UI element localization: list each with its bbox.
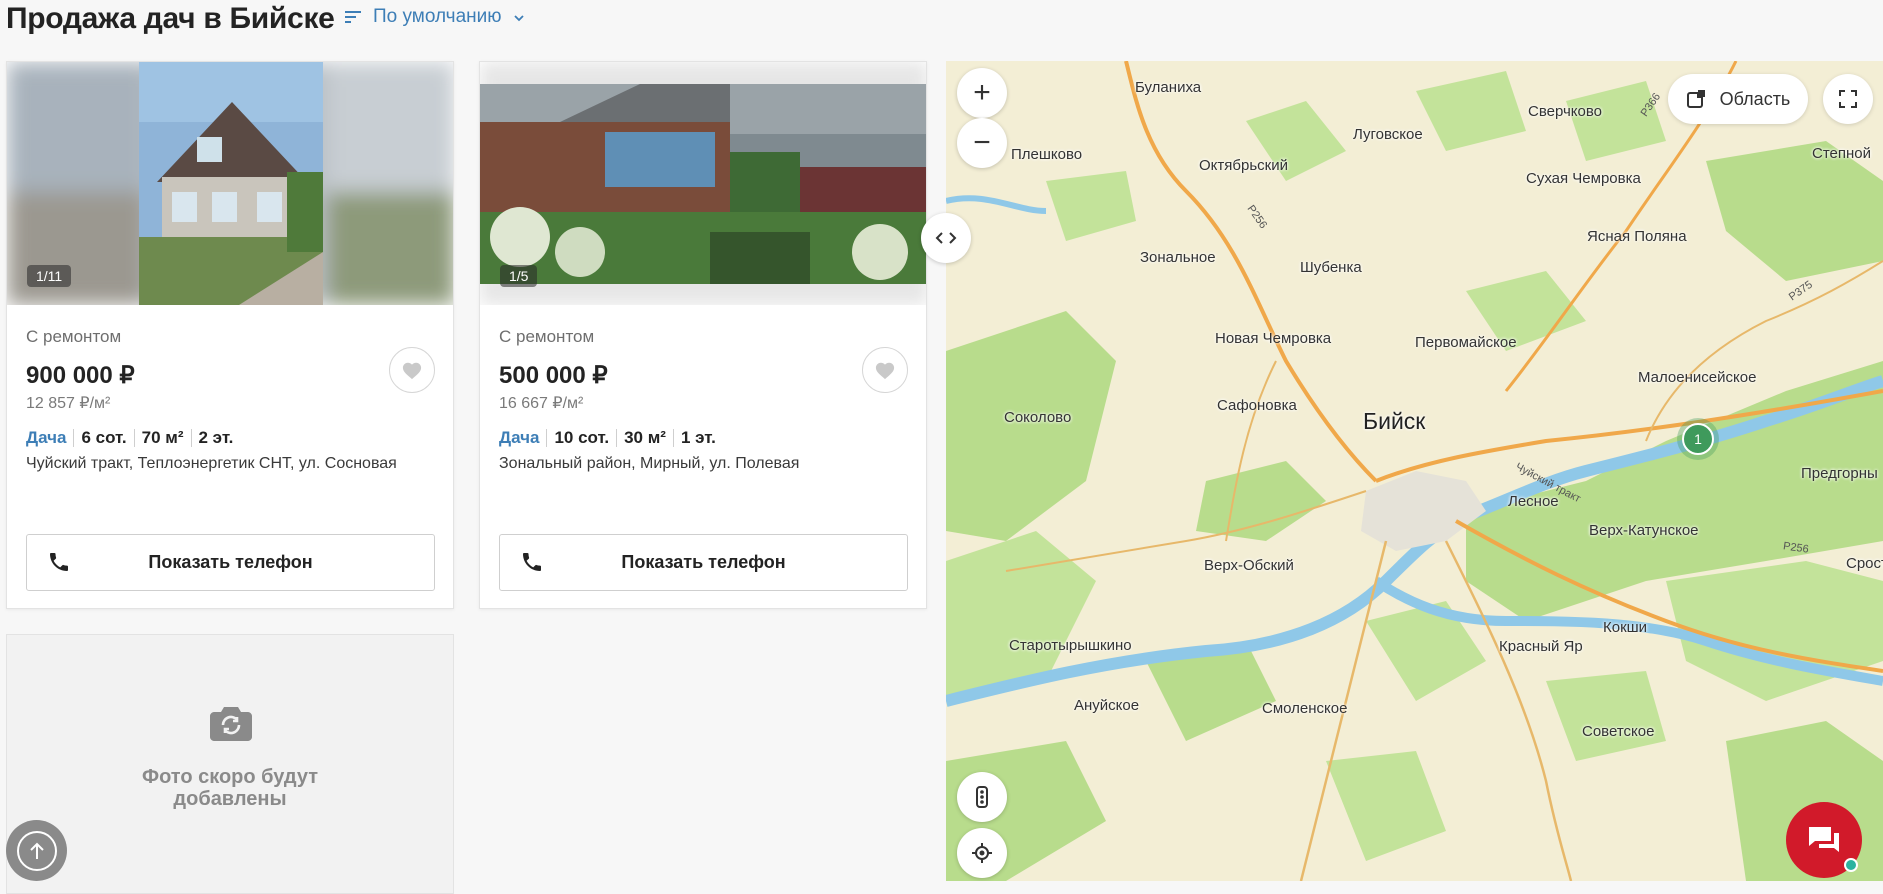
heart-icon (875, 362, 895, 380)
floors: 2 эт. (190, 429, 241, 447)
map-place-label: Сафоновка (1217, 397, 1297, 414)
zoom-in-button[interactable]: + (957, 68, 1007, 118)
geolocation-button[interactable] (957, 828, 1007, 878)
show-phone-label: Показать телефон (621, 552, 786, 572)
sort-lines-icon (345, 10, 361, 24)
price-per-m2: 12 857 ₽/м² (26, 395, 111, 412)
map[interactable]: Буланиха Луговское Сверчково Плешково Ок… (946, 61, 1883, 881)
house-photo-image (7, 62, 453, 305)
listing-card[interactable]: 1/5 С ремонтом 500 000 ₽ 16 667 ₽/м² Дач… (479, 61, 927, 609)
map-cluster-marker[interactable]: 1 (1682, 423, 1714, 455)
map-place-label: Верх-Обский (1204, 557, 1294, 574)
map-place-label: Сверчково (1528, 103, 1603, 120)
area-button-label: Область (1719, 88, 1791, 109)
map-place-label: Смоленское (1262, 700, 1348, 717)
listing-params: Дача 6 сот. 70 м² 2 эт. (26, 429, 434, 447)
map-place-label: Сухая Чемровка (1526, 170, 1641, 187)
show-phone-label: Показать телефон (148, 552, 313, 572)
price: 900 000 ₽ (26, 362, 135, 389)
page-header: Продажа дач в Бийске По умолчанию (0, 0, 946, 50)
phone-icon (47, 550, 71, 579)
map-place-label: Лесное (1508, 493, 1559, 510)
house-area: 30 м² (616, 429, 673, 447)
dacha-photo-image (480, 62, 926, 305)
page-title: Продажа дач в Бийске (6, 2, 335, 35)
zoom-out-button[interactable]: − (957, 118, 1007, 168)
map-place-label: Старотырышкино (1009, 637, 1132, 654)
map-place-label: Красный Яр (1499, 638, 1583, 655)
no-photo-text-line2: добавлены (173, 788, 287, 810)
map-place-label: Соколово (1004, 409, 1072, 426)
chat-online-indicator (1844, 858, 1858, 872)
map-place-label: Шубенка (1300, 259, 1362, 276)
favorite-button[interactable] (389, 347, 435, 393)
photo-counter: 1/5 (500, 265, 538, 287)
listing-body: С ремонтом 500 000 ₽ 16 667 ₽/м² Дача 10… (480, 327, 926, 473)
land-size: 6 сот. (73, 429, 133, 447)
map-place-label: Буланиха (1135, 79, 1202, 96)
favorite-button[interactable] (862, 347, 908, 393)
map-place-label: Верх-Катунское (1589, 522, 1699, 539)
map-place-label: Зональное (1140, 249, 1216, 266)
arrow-up-icon (16, 830, 57, 871)
scroll-up-button[interactable] (6, 820, 67, 881)
chat-icon (1809, 827, 1839, 852)
photo-counter: 1/11 (27, 265, 72, 287)
sort-label: По умолчанию (373, 6, 502, 27)
address: Зональный район, Мирный, ул. Полевая (499, 455, 800, 472)
no-photo-text-line1: Фото скоро будут (142, 766, 318, 788)
camera-rotate-icon (210, 705, 252, 746)
listing-body: С ремонтом 900 000 ₽ 12 857 ₽/м² Дача 6 … (7, 327, 453, 473)
listing-params: Дача 10 сот. 30 м² 1 эт. (499, 429, 907, 447)
area-button[interactable]: Область (1668, 74, 1808, 124)
chevron-down-icon (513, 9, 524, 25)
map-place-label: Октябрьский (1199, 157, 1288, 174)
listing-card-no-photo[interactable]: Фото скоро будут добавлены (6, 634, 454, 894)
map-place-label: Кокши (1603, 619, 1648, 636)
fullscreen-button[interactable] (1823, 74, 1873, 124)
price: 500 000 ₽ (499, 362, 608, 389)
map-place-label: Ясная Поляна (1587, 228, 1687, 245)
land-size: 10 сот. (546, 429, 616, 447)
heart-icon (402, 362, 422, 380)
show-phone-button[interactable]: Показать телефон (26, 534, 435, 591)
property-type[interactable]: Дача (499, 429, 546, 447)
map-city-label: Бийск (1363, 408, 1426, 434)
sort-dropdown[interactable]: По умолчанию (345, 6, 524, 28)
map-place-label: Малоенисейское (1638, 369, 1757, 386)
map-place-label: Ануйское (1074, 697, 1140, 714)
map-place-label: Луговское (1353, 126, 1423, 143)
listing-photo[interactable]: 1/5 (480, 62, 926, 305)
area-select-icon (1686, 90, 1705, 108)
phone-icon (520, 550, 544, 579)
price-per-m2: 16 667 ₽/м² (499, 395, 584, 412)
map-place-label: Советское (1582, 723, 1655, 740)
fullscreen-icon (1839, 90, 1857, 108)
listing-card[interactable]: 1/11 С ремонтом 900 000 ₽ 12 857 ₽/м² Да… (6, 61, 454, 609)
condition-label: С ремонтом (499, 327, 595, 346)
map-place-label: Плешково (1011, 146, 1083, 163)
map-place-label: Предгорны (1801, 465, 1878, 482)
floors: 1 эт. (672, 429, 723, 447)
map-place-label: Сросты (1846, 555, 1883, 572)
map-tiles (946, 61, 1883, 881)
traffic-light-icon (976, 786, 988, 808)
show-phone-button[interactable]: Показать телефон (499, 534, 908, 591)
listing-photo[interactable]: 1/11 (7, 62, 453, 305)
geolocation-icon (972, 843, 992, 863)
map-place-label: Первомайское (1415, 334, 1517, 351)
house-area: 70 м² (133, 429, 191, 447)
map-place-label: Новая Чемровка (1215, 330, 1332, 347)
traffic-button[interactable] (957, 772, 1007, 822)
address: Чуйский тракт, Теплоэнергетик СНТ, ул. С… (26, 455, 397, 472)
condition-label: С ремонтом (26, 327, 122, 346)
no-photo-text: Фото скоро будут добавлены (7, 766, 453, 810)
collapse-map-toggle[interactable] (921, 213, 971, 263)
property-type[interactable]: Дача (26, 429, 73, 447)
map-place-label: Степной (1812, 145, 1872, 162)
chevrons-left-right-icon (935, 232, 957, 244)
